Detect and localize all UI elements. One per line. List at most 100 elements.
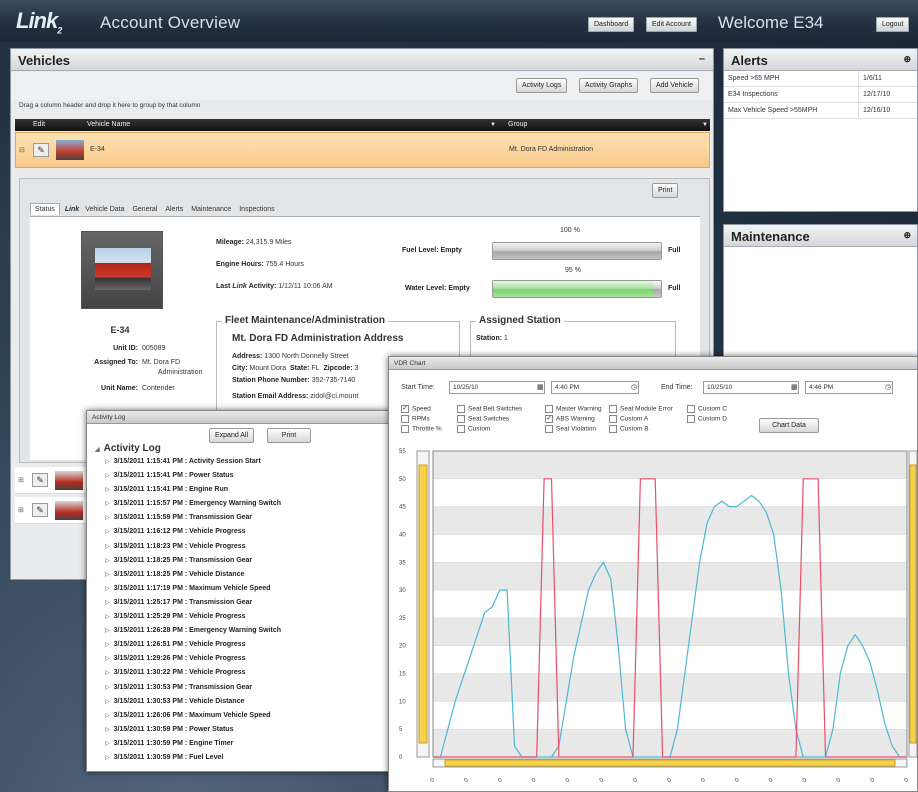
checkbox-icon[interactable] [457, 415, 465, 423]
checkbox-icon[interactable] [687, 405, 695, 413]
expand-arrow-icon[interactable]: ▷ [105, 544, 110, 550]
expand-arrow-icon[interactable]: ▷ [105, 572, 110, 578]
edit-pencil-icon[interactable]: ✎ [32, 473, 48, 487]
checkbox-icon[interactable] [457, 425, 465, 433]
expand-arrow-icon[interactable]: ▷ [105, 628, 110, 634]
end-time-input[interactable]: 4:46 PM [805, 381, 893, 394]
vehicle-row-selected[interactable]: ⊟ ✎ E-34 Mt. Dora FD Administration [15, 132, 710, 168]
expand-arrow-icon[interactable]: ▷ [105, 741, 110, 747]
checkbox-icon[interactable] [545, 425, 553, 433]
chart-option-checkbox[interactable]: Custom C [687, 405, 727, 413]
checkbox-icon[interactable] [457, 405, 465, 413]
activity-log-title[interactable]: Activity Log [87, 411, 391, 424]
log-entry[interactable]: ▷ 3/15/2011 1:26:06 PM : Maximum Vehicle … [95, 712, 385, 726]
chart-option-checkbox[interactable]: Custom [457, 425, 490, 433]
expand-arrow-icon[interactable]: ▷ [105, 755, 110, 761]
y-scrollbar-thumb[interactable] [418, 464, 428, 744]
calendar-icon[interactable]: ▦ [791, 383, 798, 391]
filter-icon[interactable]: ▼ [702, 119, 708, 131]
alert-row[interactable]: Max Vehicle Speed >55MPH 12/16/10 [724, 103, 917, 119]
log-entry[interactable]: ▷ 3/15/2011 1:15:41 PM : Engine Run [95, 486, 385, 500]
start-date-input[interactable]: 10/25/10 [449, 381, 545, 394]
expand-arrow-icon[interactable]: ▷ [105, 459, 110, 465]
log-entry[interactable]: ▷ 3/15/2011 1:15:57 PM : Emergency Warnin… [95, 500, 385, 514]
checkbox-icon[interactable] [401, 425, 409, 433]
chart-option-checkbox[interactable]: ✓ Speed [401, 405, 431, 413]
log-entry[interactable]: ▷ 3/15/2011 1:30:22 PM : Vehicle Progress [95, 669, 385, 683]
log-entry[interactable]: ▷ 3/15/2011 1:16:12 PM : Vehicle Progress [95, 528, 385, 542]
log-entry[interactable]: ▷ 3/15/2011 1:18:23 PM : Vehicle Progress [95, 543, 385, 557]
activity-log-heading[interactable]: ◢ Activity Log [95, 443, 161, 454]
checkbox-icon[interactable] [609, 415, 617, 423]
expand-all-button[interactable]: Expand All [209, 428, 255, 443]
expand-icon[interactable]: ⊟ [19, 146, 25, 154]
chart-option-checkbox[interactable]: Custom D [687, 415, 727, 423]
collapse-icon[interactable]: – [699, 53, 705, 65]
chart-option-checkbox[interactable]: Custom A [609, 415, 648, 423]
right-scrollbar-thumb[interactable] [909, 464, 917, 744]
expand-arrow-icon[interactable]: ▷ [105, 614, 110, 620]
log-entry[interactable]: ▷ 3/15/2011 1:15:41 PM : Activity Session… [95, 458, 385, 472]
expand-arrow-icon[interactable]: ▷ [105, 515, 110, 521]
tab-alerts[interactable]: Alerts [162, 206, 186, 213]
checkbox-icon[interactable]: ✓ [401, 405, 409, 413]
expand-arrow-icon[interactable]: ▷ [105, 487, 110, 493]
vdr-chart-title[interactable]: VDR Chart [389, 357, 917, 370]
checkbox-icon[interactable] [687, 415, 695, 423]
chart-option-checkbox[interactable]: Master Warning [545, 405, 602, 413]
chart-option-checkbox[interactable]: Custom B [609, 425, 649, 433]
col-vehicle-name[interactable]: Vehicle Name [87, 119, 130, 131]
tab-status[interactable]: Status [30, 203, 60, 215]
expand-arrow-icon[interactable]: ▷ [105, 642, 110, 648]
dashboard-button[interactable]: Dashboard [588, 17, 635, 32]
log-entry[interactable]: ▷ 3/15/2011 1:25:17 PM : Transmission Gea… [95, 599, 385, 613]
checkbox-icon[interactable] [401, 415, 409, 423]
expand-arrow-icon[interactable]: ▷ [105, 656, 110, 662]
expand-arrow-icon[interactable]: ▷ [105, 670, 110, 676]
log-entry[interactable]: ▷ 3/15/2011 1:30:53 PM : Vehicle Distance [95, 698, 385, 712]
alert-row[interactable]: E34 Inspections 12/17/10 [724, 87, 917, 103]
x-scrollbar-thumb[interactable] [444, 759, 896, 767]
edit-account-button[interactable]: Edit Account [646, 17, 697, 32]
alert-row[interactable]: Speed >65 MPH 1/6/11 [724, 71, 917, 87]
edit-pencil-icon[interactable]: ✎ [32, 503, 48, 517]
logout-button[interactable]: Logout [876, 17, 910, 32]
expand-arrow-icon[interactable]: ▷ [105, 713, 110, 719]
chart-option-checkbox[interactable]: Seat Violation [545, 425, 596, 433]
expand-arrow-icon[interactable]: ▷ [105, 473, 110, 479]
expand-arrow-icon[interactable]: ▷ [105, 529, 110, 535]
log-entry[interactable]: ▷ 3/15/2011 1:17:19 PM : Maximum Vehicle … [95, 585, 385, 599]
log-entry[interactable]: ▷ 3/15/2011 1:15:41 PM : Power Status [95, 472, 385, 486]
tab-maintenance[interactable]: Maintenance [188, 206, 234, 213]
col-edit[interactable]: Edit [33, 119, 45, 131]
log-entry[interactable]: ▷ 3/15/2011 1:30:59 PM : Engine Timer [95, 740, 385, 754]
activity-graphs-button[interactable]: Activity Graphs [579, 78, 639, 93]
tab-general[interactable]: General [129, 206, 160, 213]
checkbox-icon[interactable] [545, 405, 553, 413]
expand-arrow-icon[interactable]: ▷ [105, 501, 110, 507]
log-entry[interactable]: ▷ 3/15/2011 1:30:59 PM : Fuel Level [95, 754, 385, 768]
expand-icon[interactable]: ⊞ [18, 506, 24, 514]
expand-arrow-icon[interactable]: ▷ [105, 586, 110, 592]
collapse-arrow-icon[interactable]: ◢ [95, 447, 100, 453]
checkbox-icon[interactable] [609, 405, 617, 413]
pin-icon[interactable]: ⊕ [903, 54, 911, 65]
chart-data-button[interactable]: Chart Data [759, 418, 819, 433]
expand-icon[interactable]: ⊞ [18, 476, 24, 484]
clock-icon[interactable]: ◷ [885, 383, 891, 391]
calendar-icon[interactable]: ▦ [537, 383, 544, 391]
checkbox-icon[interactable] [609, 425, 617, 433]
expand-arrow-icon[interactable]: ▷ [105, 699, 110, 705]
clock-icon[interactable]: ◷ [631, 383, 637, 391]
expand-arrow-icon[interactable]: ▷ [105, 600, 110, 606]
expand-arrow-icon[interactable]: ▷ [105, 727, 110, 733]
print-button[interactable]: Print [652, 183, 679, 198]
log-entry[interactable]: ▷ 3/15/2011 1:30:59 PM : Power Status [95, 726, 385, 740]
log-entry[interactable]: ▷ 3/15/2011 1:30:53 PM : Transmission Gea… [95, 684, 385, 698]
chart-option-checkbox[interactable]: Seat Belt Switches [457, 405, 522, 413]
chart-option-checkbox[interactable]: Seat Module Error [609, 405, 673, 413]
pin-icon[interactable]: ⊕ [903, 230, 911, 241]
log-entry[interactable]: ▷ 3/15/2011 1:26:28 PM : Emergency Warnin… [95, 627, 385, 641]
expand-arrow-icon[interactable]: ▷ [105, 558, 110, 564]
log-print-button[interactable]: Print [267, 428, 311, 443]
